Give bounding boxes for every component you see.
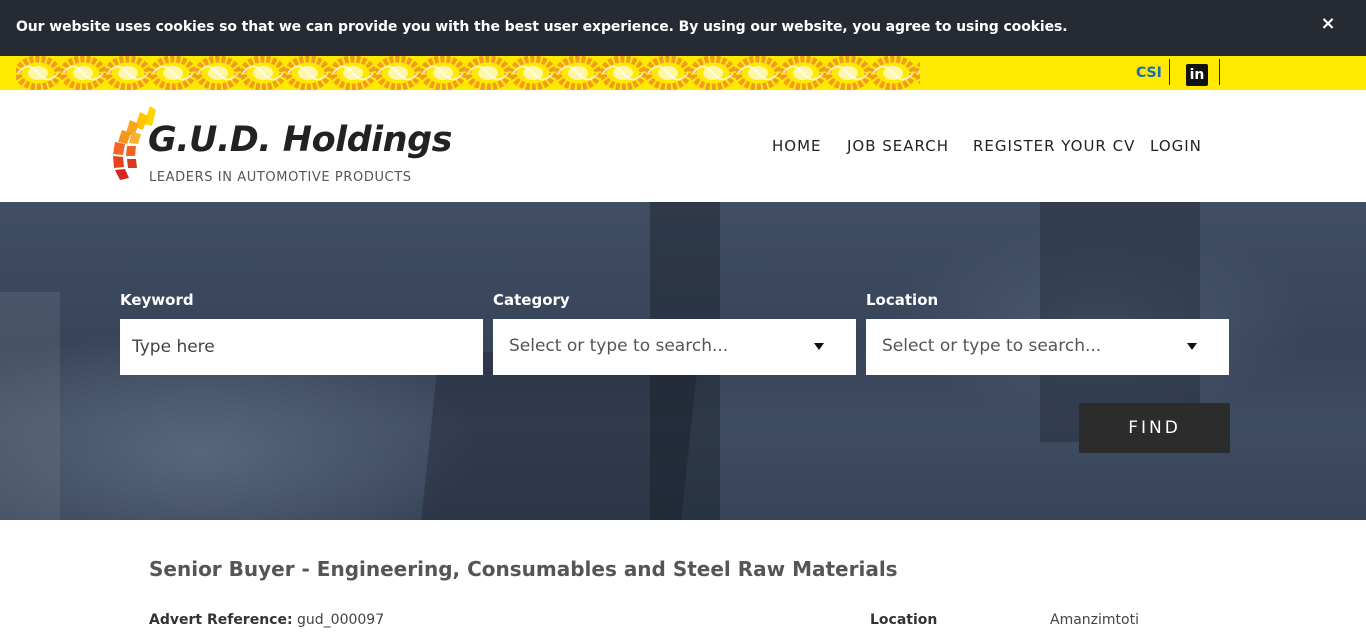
brand-name[interactable]: G.U.D. Holdings xyxy=(148,120,452,160)
find-button[interactable]: FIND xyxy=(1079,403,1230,453)
close-icon[interactable]: × xyxy=(1314,12,1342,36)
cookie-banner: Our website uses cookies so that we can … xyxy=(0,0,1366,56)
keyword-input[interactable] xyxy=(120,319,483,375)
category-label: Category xyxy=(493,291,570,309)
keyword-field[interactable] xyxy=(120,319,483,375)
nav-register-cv[interactable]: REGISTER YOUR CV xyxy=(973,137,1135,155)
brand-tagline: LEADERS IN AUTOMOTIVE PRODUCTS xyxy=(149,170,412,185)
site-header: G.U.D. Holdings LEADERS IN AUTOMOTIVE PR… xyxy=(0,90,1366,202)
csi-link[interactable]: CSI xyxy=(1136,65,1162,81)
job-title: Senior Buyer - Engineering, Consumables … xyxy=(149,557,898,581)
job-location-label: Location xyxy=(870,612,937,628)
search-hero: Keyword Category Select or type to searc… xyxy=(0,202,1366,520)
chevron-down-icon xyxy=(1187,343,1197,350)
advert-reference-value: gud_000097 xyxy=(297,612,385,628)
location-select[interactable]: Select or type to search... xyxy=(866,319,1229,375)
divider xyxy=(1169,59,1170,85)
keyword-label: Keyword xyxy=(120,291,194,309)
decorative-pattern xyxy=(16,56,920,90)
linkedin-icon[interactable]: in xyxy=(1186,64,1208,86)
advert-reference-label: Advert Reference: xyxy=(149,612,293,628)
location-select-value: Select or type to search... xyxy=(882,336,1102,356)
location-label: Location xyxy=(866,291,939,309)
nav-job-search[interactable]: JOB SEARCH xyxy=(847,137,949,155)
location-label-text: Location xyxy=(870,612,938,628)
cookie-message: Our website uses cookies so that we can … xyxy=(16,19,1068,35)
category-select-value: Select or type to search... xyxy=(509,336,729,356)
nav-home[interactable]: HOME xyxy=(772,137,822,155)
chevron-down-icon xyxy=(814,343,824,350)
category-select[interactable]: Select or type to search... xyxy=(493,319,856,375)
nav-login[interactable]: LOGIN xyxy=(1150,137,1202,155)
divider xyxy=(1219,59,1220,85)
top-strip: CSI xyxy=(0,56,1366,90)
advert-reference: Advert Reference: gud_000097 xyxy=(149,612,384,628)
background-shape xyxy=(0,292,60,520)
job-location-value: Amanzimtoti xyxy=(1050,612,1139,628)
